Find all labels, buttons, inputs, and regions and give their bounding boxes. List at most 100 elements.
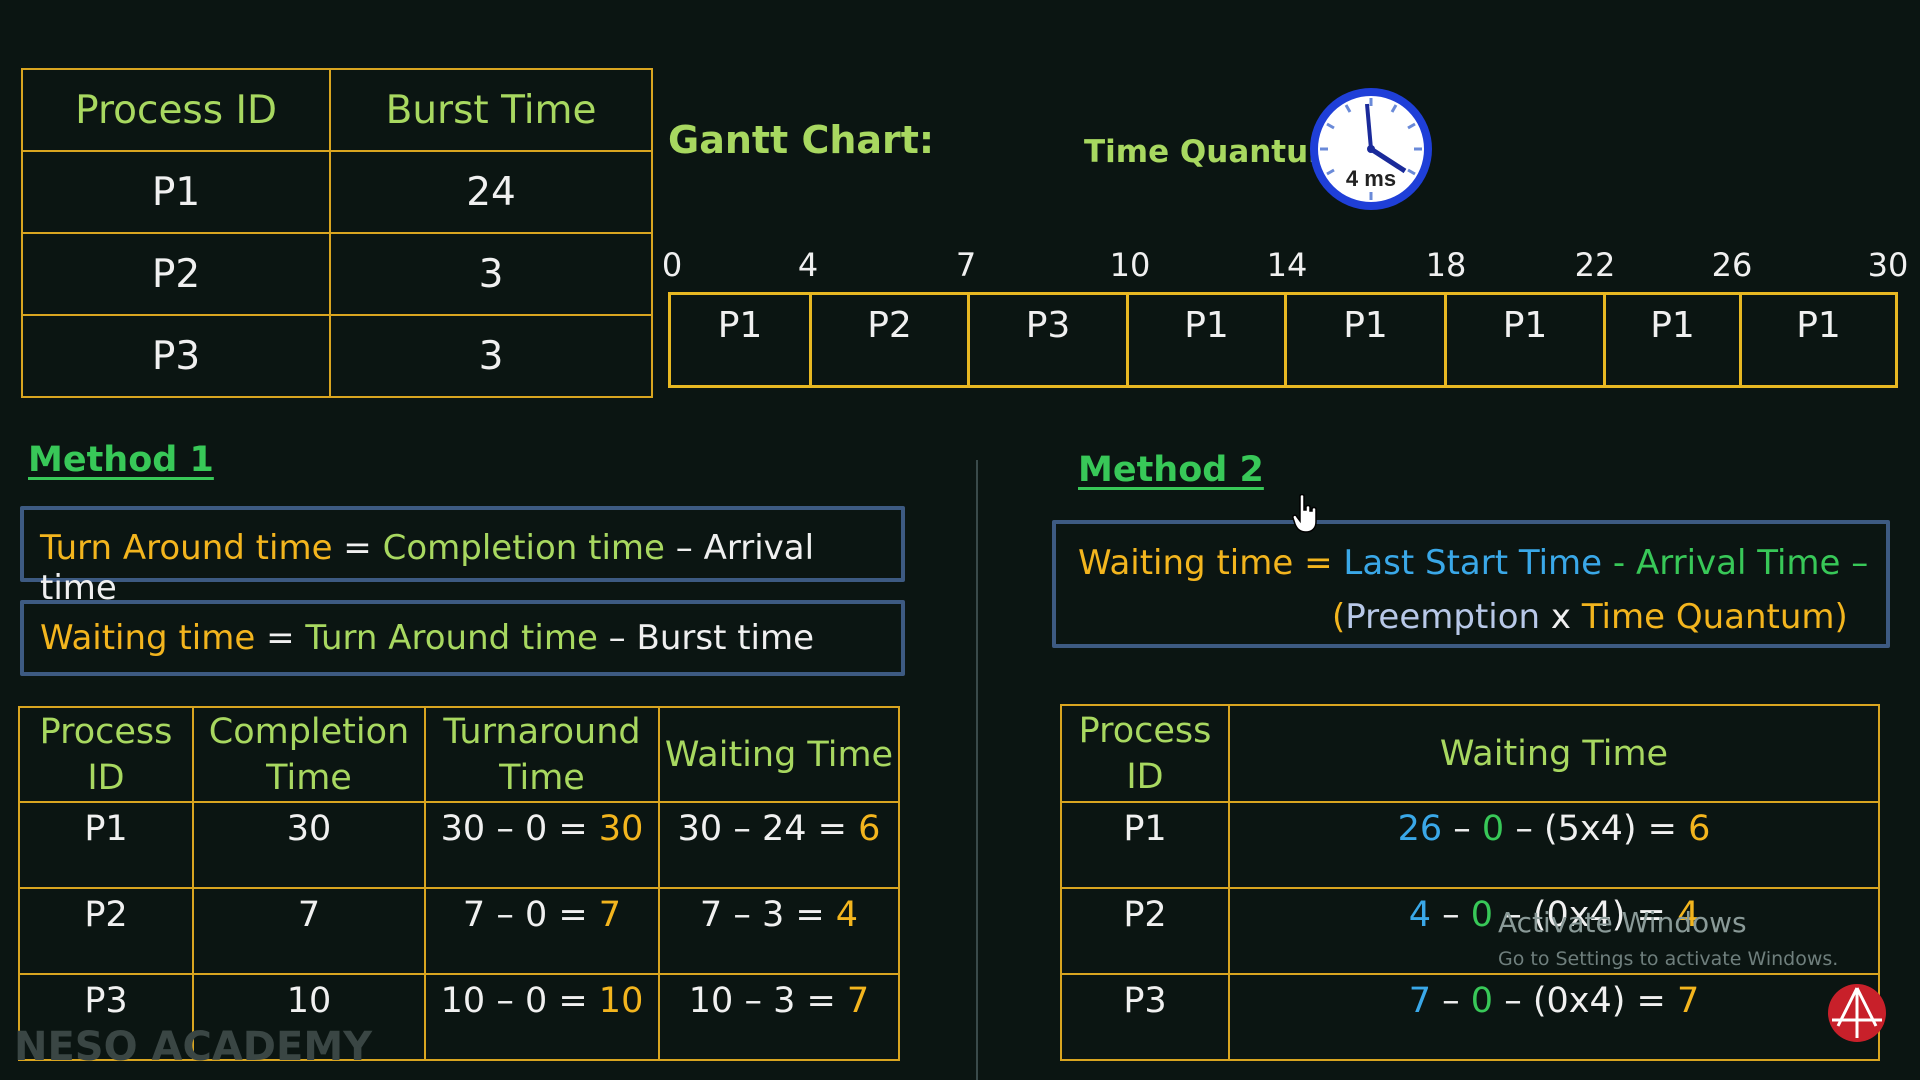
- formula-term: Waiting time: [40, 618, 256, 658]
- section-divider: [976, 460, 978, 1080]
- cell-pid: P1: [20, 150, 332, 234]
- gantt-block: P1: [1796, 305, 1841, 346]
- clock-label: 4 ms: [1346, 166, 1396, 191]
- cell-waiting: 10 – 3 = 7: [658, 973, 900, 1061]
- time-quantum-label: Time Quantum: [1084, 134, 1341, 170]
- formula-op: –: [1840, 543, 1869, 583]
- activate-windows-hint: Go to Settings to activate Windows.: [1498, 948, 1839, 970]
- expr: 10 – 3 =: [688, 981, 847, 1021]
- method-2-title: Method 2: [1078, 450, 1264, 490]
- expr: 30 – 24 =: [677, 809, 859, 849]
- formula-term: Turn Around time: [40, 528, 333, 568]
- cell-pid: P1: [1060, 801, 1230, 889]
- gantt-tick: 4: [797, 246, 819, 284]
- hand-cursor-icon: [1292, 494, 1317, 533]
- clock-icon: 4 ms: [1310, 88, 1432, 210]
- table-row: P1 26 – 0 – (5x4) = 6: [1060, 801, 1880, 889]
- cell-turnaround: 7 – 0 = 7: [424, 887, 660, 975]
- formula-line: (Preemption x Time Quantum): [1078, 590, 1886, 644]
- table-row: P2 7 7 – 0 = 7 7 – 3 = 4: [18, 887, 900, 975]
- cell-waiting: 26 – 0 – (5x4) = 6: [1228, 801, 1880, 889]
- arrival: 0: [1470, 895, 1494, 935]
- formula-line: Waiting time = Last Start Time - Arrival…: [1078, 536, 1886, 590]
- cell-burst: 3: [329, 314, 653, 398]
- cell-turnaround: 30 – 0 = 30: [424, 801, 660, 889]
- gantt-block: P3: [970, 295, 1129, 385]
- last-start: 26: [1397, 809, 1443, 849]
- table-row: P1 30 30 – 0 = 30 30 – 24 = 6: [18, 801, 900, 889]
- arrival: 0: [1481, 809, 1505, 849]
- gantt-block: P1: [1129, 295, 1287, 385]
- formula-op: ): [1834, 597, 1848, 637]
- result: 7: [598, 895, 622, 935]
- header-process-id: Process ID: [20, 68, 332, 152]
- process-burst-table: Process ID Burst Time P1 24 P2 3 P3 3: [20, 68, 653, 398]
- expr: – (5x4) =: [1515, 809, 1689, 849]
- gantt-block: P1: [671, 295, 812, 385]
- header-waiting-time: Waiting Time: [1228, 704, 1880, 803]
- gantt-tick: 30: [1867, 246, 1909, 284]
- cell-waiting: 7 – 0 – (0x4) = 7: [1228, 973, 1880, 1061]
- expr: – (0x4) =: [1504, 981, 1677, 1021]
- gantt-tick: 10: [1109, 246, 1151, 284]
- activate-windows-watermark: Activate Windows: [1498, 906, 1747, 939]
- formula-term: Completion time: [382, 528, 665, 568]
- header-turnaround-time: Turnaround Time: [424, 706, 660, 803]
- cell-pid: P1: [18, 801, 194, 889]
- expr: 7 – 3 =: [699, 895, 836, 935]
- turnaround-formula: Turn Around time = Completion time – Arr…: [20, 506, 905, 608]
- result: 7: [1676, 981, 1700, 1021]
- formula-term: Arrival Time: [1635, 543, 1841, 583]
- result: 7: [846, 981, 870, 1021]
- last-start: 7: [1408, 981, 1432, 1021]
- logo-icon: [1828, 984, 1886, 1042]
- formula-op: (: [1332, 597, 1346, 637]
- method-2-table: Process ID Waiting Time P1 26 – 0 – (5x4…: [1060, 704, 1880, 1061]
- cell-pid: P2: [20, 232, 332, 316]
- cell-pid: P3: [1060, 973, 1230, 1061]
- result: 6: [858, 809, 881, 849]
- result: 10: [598, 981, 644, 1021]
- formula-term: Waiting time: [1078, 543, 1294, 583]
- table-row: P3 7 – 0 – (0x4) = 7: [1060, 973, 1880, 1061]
- waiting-formula: Waiting time = Turn Around time – Burst …: [20, 600, 905, 676]
- cell-completion: 30: [192, 801, 426, 889]
- gantt-block: P2: [812, 295, 970, 385]
- header-process-id: Process ID: [18, 706, 194, 803]
- gantt-chart-title: Gantt Chart:: [668, 118, 935, 162]
- cell-pid: P2: [1060, 887, 1230, 975]
- last-start: 4: [1408, 895, 1432, 935]
- formula-op: –: [664, 528, 704, 568]
- formula-op: =: [332, 528, 383, 568]
- cell-pid: P3: [20, 314, 332, 398]
- gantt-block: P1: [1447, 295, 1606, 385]
- cell-turnaround: 10 – 0 = 10: [424, 973, 660, 1061]
- cell-burst: 3: [329, 232, 653, 316]
- gantt-block: P1: [1606, 295, 1742, 385]
- gantt-tick: 0: [661, 246, 683, 284]
- method-1-table: Process ID Completion Time Turnaround Ti…: [18, 706, 900, 1061]
- cell-pid: P2: [18, 887, 194, 975]
- formula-op: –: [597, 618, 637, 658]
- expr: 30 – 0 =: [440, 809, 599, 849]
- formula-term: Turn Around time: [305, 618, 598, 658]
- formula-op: x: [1540, 597, 1582, 637]
- cell-waiting: 7 – 3 = 4: [658, 887, 900, 975]
- formula-op: -: [1602, 543, 1636, 583]
- table-row: P3 3: [20, 314, 653, 398]
- formula-term: Last Start Time: [1343, 543, 1603, 583]
- result: 30: [598, 809, 644, 849]
- gantt-tick: 7: [955, 246, 977, 284]
- gantt-bar: P1 P2 P3 P1 P1 P1 P1 P1: [668, 292, 1898, 388]
- header-waiting-time: Waiting Time: [658, 706, 900, 803]
- gantt-tick: 14: [1266, 246, 1308, 284]
- result: 6: [1688, 809, 1711, 849]
- cell-waiting: 30 – 24 = 6: [658, 801, 900, 889]
- method-1-title: Method 1: [28, 440, 214, 480]
- header-completion-time: Completion Time: [192, 706, 426, 803]
- header-burst-time: Burst Time: [329, 68, 653, 152]
- header-process-id: Process ID: [1060, 704, 1230, 803]
- expr: 7 – 0 =: [462, 895, 599, 935]
- arrival: 0: [1470, 981, 1494, 1021]
- gantt-tick: 18: [1425, 246, 1467, 284]
